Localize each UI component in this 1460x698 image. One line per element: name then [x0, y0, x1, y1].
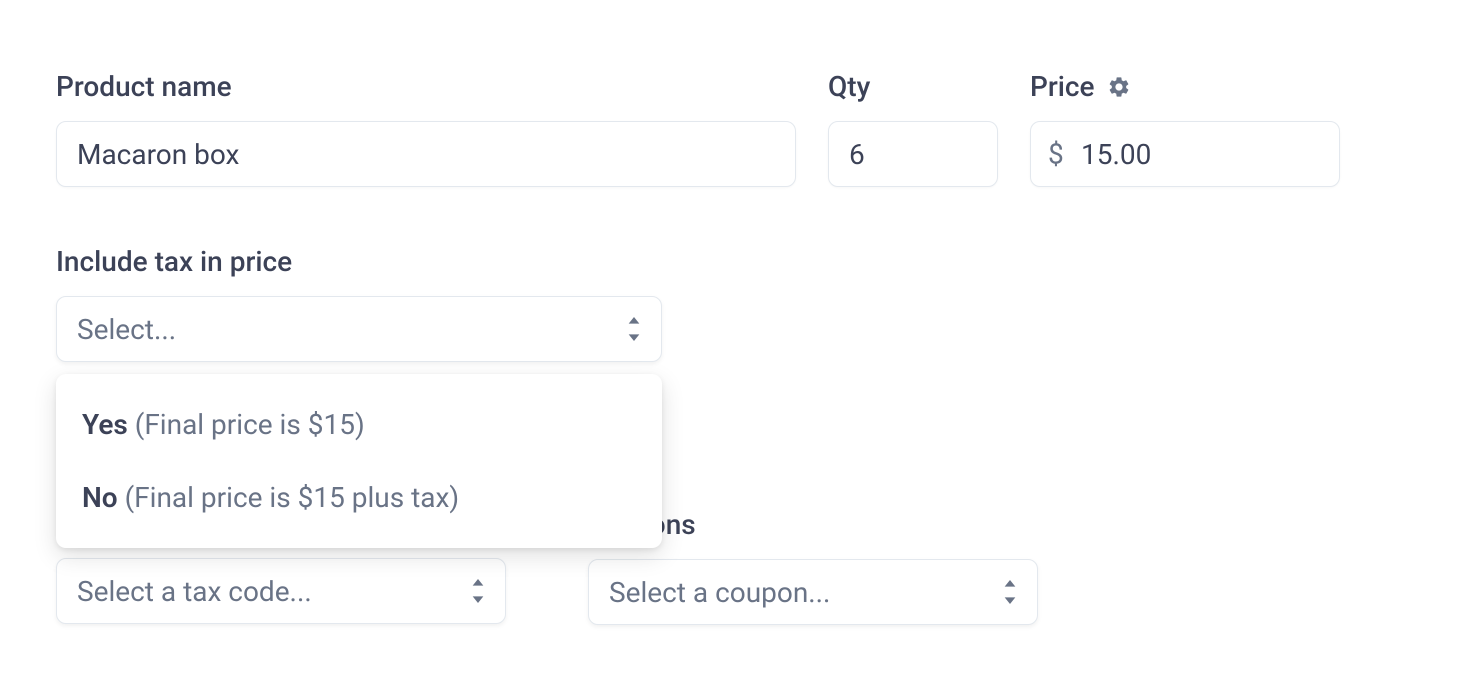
bottom-row: Select a tax code... coupons Select a co…	[56, 558, 1404, 625]
include-tax-select[interactable]: Select...	[56, 296, 662, 362]
price-field: Price $	[1030, 70, 1340, 187]
include-tax-dropdown: Yes (Final price is $15) No (Final price…	[56, 374, 662, 548]
coupon-placeholder: Select a coupon...	[609, 576, 830, 609]
gear-icon[interactable]	[1107, 75, 1131, 99]
product-name-input[interactable]	[56, 121, 796, 187]
include-tax-label: Include tax in price	[56, 245, 1404, 278]
option-yes-bold: Yes	[82, 408, 128, 441]
chevron-updown-icon	[1001, 580, 1019, 604]
include-tax-placeholder: Select...	[77, 313, 176, 346]
option-yes-rest: (Final price is $15)	[128, 408, 365, 441]
product-name-label: Product name	[56, 70, 796, 103]
tax-code-select[interactable]: Select a tax code...	[56, 558, 506, 624]
dropdown-option-no[interactable]: No (Final price is $15 plus tax)	[56, 461, 662, 534]
chevron-updown-icon	[469, 579, 487, 603]
coupons-field: coupons Select a coupon...	[588, 558, 1038, 625]
tax-code-placeholder: Select a tax code...	[77, 575, 312, 608]
option-no-bold: No	[82, 481, 118, 514]
include-tax-select-wrap: Select... Yes (Final price is $15) No (F…	[56, 296, 662, 362]
chevron-updown-icon	[625, 317, 643, 341]
product-row: Product name Qty Price $	[56, 70, 1404, 187]
price-label: Price	[1030, 70, 1340, 103]
coupon-select[interactable]: Select a coupon...	[588, 559, 1038, 625]
price-input-wrap: $	[1030, 121, 1340, 187]
qty-label: Qty	[828, 70, 998, 103]
dropdown-option-yes[interactable]: Yes (Final price is $15)	[56, 388, 662, 461]
product-name-field: Product name	[56, 70, 796, 187]
qty-field: Qty	[828, 70, 998, 187]
include-tax-section: Include tax in price Select... Yes (Fina…	[56, 245, 1404, 362]
price-input[interactable]	[1030, 121, 1340, 187]
option-no-rest: (Final price is $15 plus tax)	[118, 481, 459, 514]
price-label-text: Price	[1030, 70, 1095, 103]
qty-input[interactable]	[828, 121, 998, 187]
tax-code-field: Select a tax code...	[56, 558, 506, 625]
